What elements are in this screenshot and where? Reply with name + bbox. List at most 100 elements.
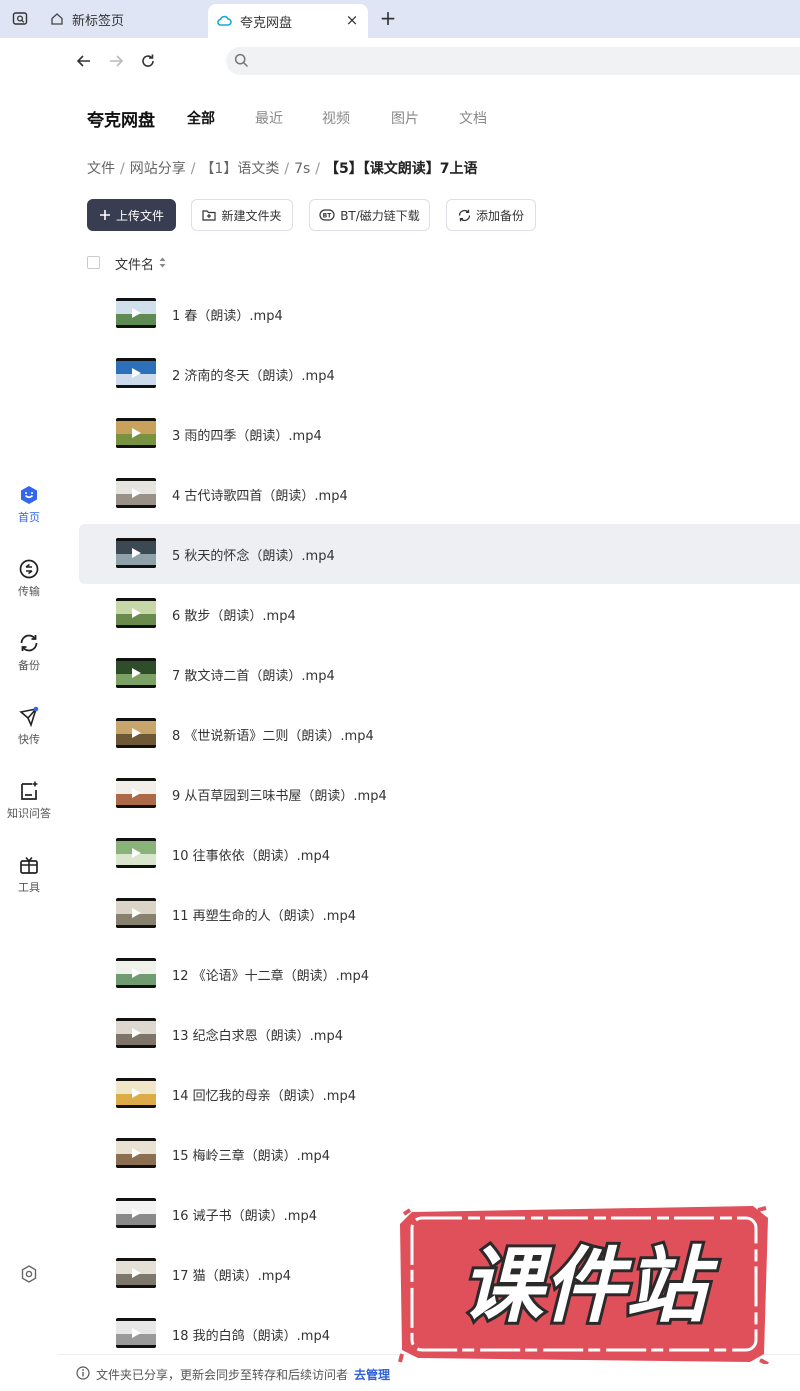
breadcrumb-item[interactable]: 文件 [87, 158, 115, 178]
file-row[interactable]: 11 再塑生命的人（朗读）.mp4 [79, 884, 800, 944]
url-input[interactable] [226, 47, 800, 75]
file-row[interactable]: 3 雨的四季（朗读）.mp4 [79, 404, 800, 464]
play-icon [132, 1268, 141, 1278]
file-name[interactable]: 17 猫（朗读）.mp4 [172, 1265, 291, 1284]
file-name[interactable]: 13 纪念白求恩（朗读）.mp4 [172, 1025, 343, 1044]
tab-all[interactable]: 全部 [187, 108, 215, 128]
file-row[interactable]: 12 《论语》十二章（朗读）.mp4 [79, 944, 800, 1004]
file-row[interactable]: 7 散文诗二首（朗读）.mp4 [79, 644, 800, 704]
file-name[interactable]: 2 济南的冬天（朗读）.mp4 [172, 365, 335, 384]
add-backup-button[interactable]: 添加备份 [446, 199, 536, 231]
svg-text:BT: BT [323, 213, 333, 220]
info-icon [76, 1366, 90, 1380]
sort-icon[interactable] [159, 257, 166, 268]
file-row[interactable]: 14 回忆我的母亲（朗读）.mp4 [79, 1064, 800, 1124]
tab-label: 夸克网盘 [240, 15, 293, 31]
video-thumbnail [116, 1258, 156, 1288]
sidebar-item-label: 工具 [18, 881, 40, 894]
file-name[interactable]: 16 诫子书（朗读）.mp4 [172, 1205, 317, 1224]
play-icon [132, 368, 141, 378]
file-row[interactable]: 15 梅岭三章（朗读）.mp4 [79, 1124, 800, 1184]
file-name[interactable]: 5 秋天的怀念（朗读）.mp4 [172, 545, 335, 564]
tab-recent[interactable]: 最近 [255, 108, 283, 128]
file-name[interactable]: 12 《论语》十二章（朗读）.mp4 [172, 965, 369, 984]
file-row[interactable]: 13 纪念白求恩（朗读）.mp4 [79, 1004, 800, 1064]
sidebar-item-home[interactable]: 首页 [0, 484, 58, 544]
tab-document[interactable]: 文档 [459, 108, 487, 128]
file-name[interactable]: 10 往事依依（朗读）.mp4 [172, 845, 330, 864]
video-thumbnail [116, 1078, 156, 1108]
file-row[interactable]: 5 秋天的怀念（朗读）.mp4 [79, 524, 800, 584]
breadcrumb-current: 【5】【课文朗读】7上语 [325, 161, 478, 177]
tab-new-tab[interactable]: 新标签页 [40, 0, 205, 38]
reload-icon[interactable] [137, 50, 159, 72]
video-thumbnail [116, 1018, 156, 1048]
file-name[interactable]: 6 散步（朗读）.mp4 [172, 605, 296, 624]
sidebar-item-transfer[interactable]: 传输 [0, 558, 58, 618]
breadcrumb-item[interactable]: 7s [294, 161, 310, 177]
back-icon[interactable] [73, 50, 95, 72]
file-name[interactable]: 18 我的白鸽（朗读）.mp4 [172, 1325, 330, 1344]
file-name[interactable]: 7 散文诗二首（朗读）.mp4 [172, 665, 335, 684]
file-row[interactable]: 8 《世说新语》二则（朗读）.mp4 [79, 704, 800, 764]
button-label: 新建文件夹 [221, 208, 282, 223]
settings-icon[interactable] [19, 1264, 39, 1284]
file-name[interactable]: 4 古代诗歌四首（朗读）.mp4 [172, 485, 348, 504]
play-icon [132, 728, 141, 738]
play-icon [132, 1028, 141, 1038]
tab-video[interactable]: 视频 [322, 108, 350, 128]
video-thumbnail [116, 718, 156, 748]
file-row[interactable]: 10 往事依依（朗读）.mp4 [79, 824, 800, 884]
tab-search-icon[interactable] [6, 5, 34, 33]
breadcrumb-separator: / [120, 161, 125, 177]
backup-icon [20, 634, 38, 652]
file-row[interactable]: 1 春（朗读）.mp4 [79, 284, 800, 344]
breadcrumb-item[interactable]: 网站分享 [130, 158, 186, 178]
sidebar-item-backup[interactable]: 备份 [0, 632, 58, 692]
video-thumbnail [116, 898, 156, 928]
file-row[interactable]: 4 古代诗歌四首（朗读）.mp4 [79, 464, 800, 524]
bt-icon: BT [319, 208, 335, 222]
bt-magnet-download-button[interactable]: BT BT/磁力链下载 [309, 199, 430, 231]
breadcrumb-item[interactable]: 【1】语文类 [200, 158, 279, 178]
breadcrumb-separator: / [190, 161, 196, 177]
play-icon [132, 788, 141, 798]
watermark-stamp: 课件站 [398, 1206, 769, 1364]
breadcrumb: 文件 / 网站分享 / 【1】语文类/7s / 【5】【课文朗读】7上语 [87, 158, 477, 178]
upload-file-button[interactable]: 上传文件 [87, 199, 176, 231]
sidebar-item-knowledge-qa[interactable]: 知识问答 [0, 780, 58, 840]
sidebar-item-tools[interactable]: 工具 [0, 854, 58, 914]
file-name[interactable]: 9 从百草园到三味书屋（朗读）.mp4 [172, 785, 387, 804]
home-icon [21, 486, 37, 504]
button-label: 添加备份 [475, 208, 524, 223]
cloud-tab-icon [217, 15, 232, 26]
tab-image[interactable]: 图片 [391, 108, 419, 128]
new-tab-button[interactable]: + [378, 8, 398, 29]
manage-link[interactable]: 去管理 [354, 1368, 390, 1382]
home-tab-icon [51, 13, 63, 25]
play-icon [132, 968, 141, 978]
file-name[interactable]: 15 梅岭三章（朗读）.mp4 [172, 1145, 330, 1164]
file-name[interactable]: 14 回忆我的母亲（朗读）.mp4 [172, 1085, 356, 1104]
file-name[interactable]: 3 雨的四季（朗读）.mp4 [172, 425, 322, 444]
video-thumbnail [116, 358, 156, 388]
new-folder-button[interactable]: 新建文件夹 [191, 199, 293, 231]
tab-quark-drive[interactable]: 夸克网盘 × [208, 4, 368, 38]
file-name[interactable]: 8 《世说新语》二则（朗读）.mp4 [172, 725, 374, 744]
close-tab-icon[interactable]: × [344, 11, 360, 29]
quick-send-icon [19, 706, 39, 728]
plus-icon [99, 209, 111, 221]
forward-icon[interactable] [105, 50, 127, 72]
sidebar-item-quick-send[interactable]: 快传 [0, 706, 58, 766]
file-row[interactable]: 2 济南的冬天（朗读）.mp4 [79, 344, 800, 404]
column-header-filename[interactable]: 文件名 [115, 254, 154, 273]
sidebar-item-label: 知识问答 [7, 807, 51, 820]
video-thumbnail [116, 778, 156, 808]
file-name[interactable]: 11 再塑生命的人（朗读）.mp4 [172, 905, 356, 924]
select-all-checkbox[interactable] [87, 256, 100, 269]
file-name[interactable]: 1 春（朗读）.mp4 [172, 305, 283, 324]
video-thumbnail [116, 418, 156, 448]
file-row[interactable]: 9 从百草园到三味书屋（朗读）.mp4 [79, 764, 800, 824]
file-row[interactable]: 6 散步（朗读）.mp4 [79, 584, 800, 644]
video-thumbnail [116, 538, 156, 568]
